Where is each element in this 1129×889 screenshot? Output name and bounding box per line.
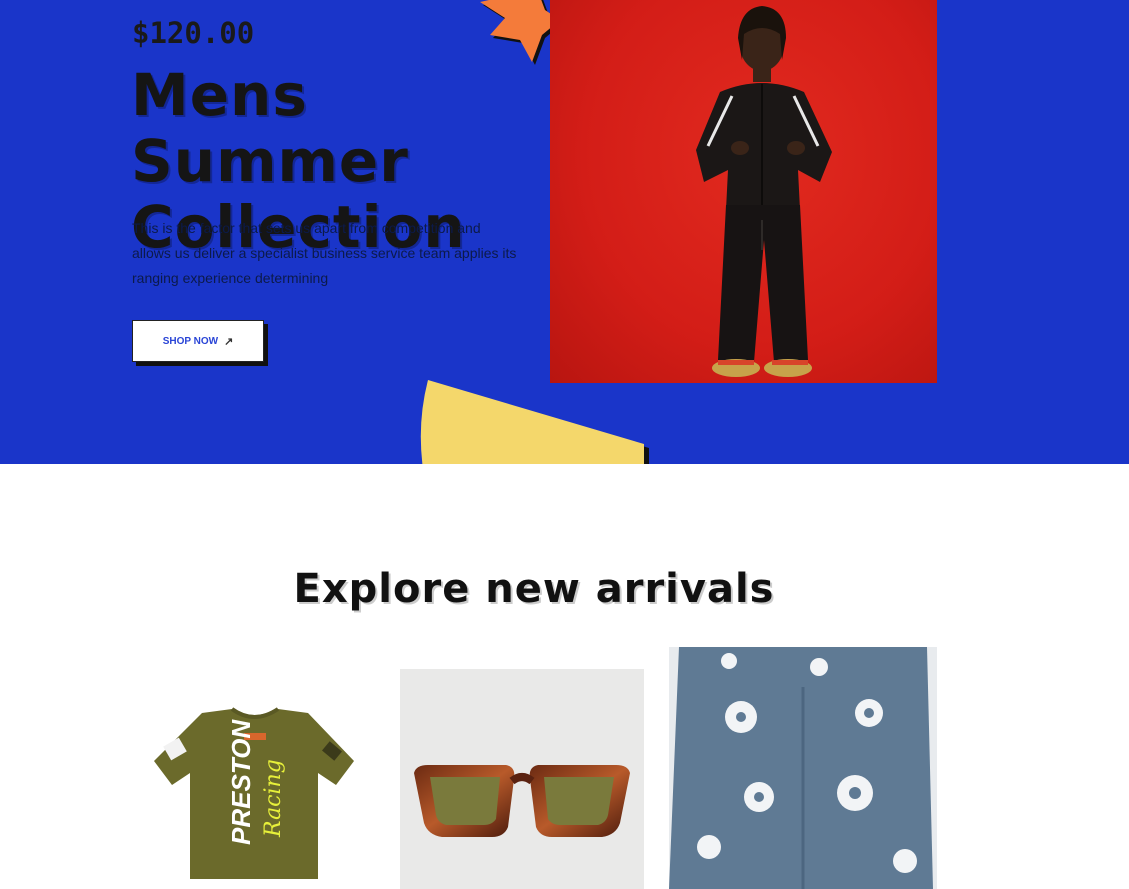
product-price: $120.00 (132, 16, 255, 50)
shop-now-button[interactable]: SHOP NOW ↗ (132, 320, 264, 362)
product-card-jeans[interactable] (669, 647, 937, 889)
shop-now-label: SHOP NOW (162, 335, 219, 347)
product-card-tshirt[interactable]: PRESTON Racing (132, 669, 376, 889)
sunglasses-image (414, 765, 630, 837)
product-card-sunglasses[interactable] (400, 669, 644, 889)
tshirt-image: PRESTON Racing (154, 707, 354, 879)
yellow-half-circle-decoration (420, 380, 649, 464)
model-figure-illustration (696, 6, 832, 377)
jeans-image (669, 647, 937, 889)
arrow-up-right-icon: ↗ (224, 335, 234, 348)
tshirt-print-preston: PRESTON (226, 719, 256, 845)
hero-model-image (550, 0, 937, 383)
tshirt-print-racing: Racing (261, 759, 286, 838)
hero-section: $120.00 Mens Summer Collection This is t… (0, 0, 1129, 464)
orange-star-decoration (480, 0, 560, 65)
arrivals-section-title: Explore new arrivals (293, 566, 775, 612)
hero-description: This is the factor that sets us apart fr… (132, 220, 517, 286)
